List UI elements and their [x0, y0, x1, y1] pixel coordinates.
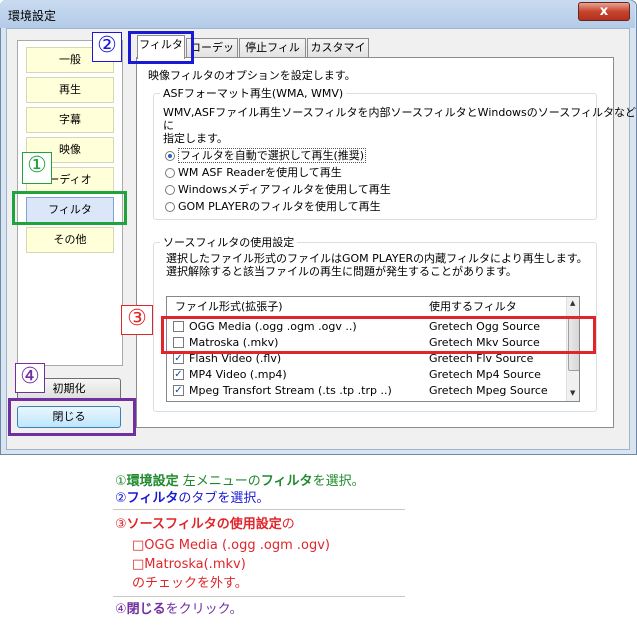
radio-indicator[interactable] — [165, 151, 175, 161]
row-checkbox[interactable]: ✓ — [173, 385, 184, 396]
list-item[interactable]: ✓ MP4 Video (.mp4) Gretech Mp4 Source — [167, 367, 579, 383]
menu-item-playback[interactable]: 再生 — [26, 77, 114, 103]
note-line-1: ①環境設定 左メニューのフィルタを選択。 — [115, 474, 365, 490]
asf-description-line2: 指定します。 — [163, 132, 228, 145]
note-line-5: □Matroska(.mkv) — [132, 557, 246, 572]
annotation-box-1 — [12, 191, 127, 225]
note-1-title: 環境設定 — [126, 474, 179, 489]
window-close-button[interactable]: x — [578, 2, 630, 21]
row-filter: Gretech Mp4 Source — [429, 368, 541, 381]
note-1-filter: フィルタ — [260, 474, 313, 489]
note-3-title: ソースフィルタの使用設定 — [126, 517, 282, 532]
scroll-up-icon[interactable]: ▲ — [570, 299, 575, 307]
note-2-filter: フィルタ — [126, 491, 179, 506]
source-filter-legend: ソースフィルタの使用設定 — [163, 236, 295, 249]
radio-auto-label: フィルタを自動で選択して再生(推奨) — [178, 148, 367, 163]
tab-stop-filter[interactable]: 停止フィルタ — [239, 38, 306, 72]
note-divider — [113, 509, 405, 510]
row-filter: Gretech Mpeg Source — [429, 384, 548, 397]
page-description: 映像フィルタのオプションを設定します。 — [148, 69, 356, 82]
asf-description: WMV,ASFファイル再生ソースフィルタを内部ソースフィルタとWindowsのソ… — [163, 106, 637, 145]
note-2-text: のタブを選択。 — [178, 491, 270, 506]
list-header: ファイル形式(拡張子) 使用するフィルタ — [167, 297, 579, 317]
column-header-filter[interactable]: 使用するフィルタ — [429, 297, 517, 317]
tab-customize[interactable]: カスタマイズ — [307, 38, 369, 72]
note-2-number: ② — [115, 491, 127, 506]
note-line-6: のチェックを外す。 — [132, 576, 248, 591]
radio-auto[interactable]: フィルタを自動で選択して再生(推奨) — [165, 148, 391, 163]
annotation-box-3 — [161, 316, 596, 354]
title-bar[interactable] — [0, 0, 635, 28]
note-1-suffix: を選択。 — [312, 474, 365, 489]
note-7-close: 閉じる — [126, 602, 166, 617]
radio-windows-media[interactable]: Windowsメディアフィルタを使用して再生 — [165, 182, 391, 197]
radio-indicator[interactable] — [165, 202, 175, 212]
asf-description-line1: WMV,ASFファイル再生ソースフィルタを内部ソースフィルタとWindowsのソ… — [163, 106, 637, 132]
source-filter-description-line2: 選択解除すると該当ファイルの再生に問題が発生することがあります。 — [166, 265, 517, 278]
annotation-number-3: ③ — [121, 305, 153, 335]
radio-gom[interactable]: GOM PLAYERのフィルタを使用して再生 — [165, 199, 391, 214]
row-checkbox[interactable]: ✓ — [173, 353, 184, 364]
row-format: Mpeg Transfort Stream (.ts .tp .trp ..) — [189, 384, 392, 397]
asf-radio-group: フィルタを自動で選択して再生(推奨) WM ASF Readerを使用して再生 … — [165, 148, 391, 214]
radio-windows-media-label: Windowsメディアフィルタを使用して再生 — [178, 183, 391, 196]
radio-gom-label: GOM PLAYERのフィルタを使用して再生 — [178, 200, 381, 213]
asf-group-legend: ASFフォーマット再生(WMA, WMV) — [163, 87, 344, 100]
note-1-text: 左メニューの — [178, 474, 261, 489]
tab-filter[interactable]: フィルタ — [137, 35, 185, 59]
menu-item-other[interactable]: その他 — [26, 227, 114, 253]
window-title: 環境設定 — [8, 9, 57, 23]
radio-wm-asf-label: WM ASF Readerを使用して再生 — [178, 166, 342, 179]
annotation-number-2: ② — [92, 32, 122, 62]
note-3-text: の — [281, 517, 295, 532]
radio-wm-asf[interactable]: WM ASF Readerを使用して再生 — [165, 165, 391, 180]
annotation-box-4 — [8, 398, 136, 436]
row-format: MP4 Video (.mp4) — [189, 368, 287, 381]
note-7-text: をクリック。 — [165, 602, 243, 617]
note-line-7: ④閉じるをクリック。 — [115, 602, 243, 618]
row-checkbox[interactable]: ✓ — [173, 369, 184, 380]
column-header-format[interactable]: ファイル形式(拡張子) — [175, 297, 283, 317]
radio-indicator[interactable] — [165, 168, 175, 178]
note-line-3: ③ソースフィルタの使用設定の — [115, 517, 295, 533]
scroll-down-icon[interactable]: ▼ — [570, 389, 575, 397]
menu-item-subtitles[interactable]: 字幕 — [26, 107, 114, 133]
annotation-number-4: ④ — [15, 363, 45, 393]
note-divider — [113, 596, 405, 597]
note-line-4: □OGG Media (.ogg .ogm .ogv) — [132, 538, 331, 553]
note-line-2: ②フィルタのタブを選択。 — [115, 491, 269, 507]
radio-indicator[interactable] — [165, 185, 175, 195]
note-1-number: ① — [115, 474, 127, 489]
annotation-number-1: ① — [22, 152, 52, 184]
note-7-number: ④ — [115, 602, 127, 617]
source-filter-description-line1: 選択したファイル形式のファイルはGOM PLAYERの内蔵フィルタにより再生しま… — [166, 252, 588, 265]
note-3-number: ③ — [115, 517, 127, 532]
list-item[interactable]: ✓ Mpeg Transfort Stream (.ts .tp .trp ..)… — [167, 383, 579, 399]
source-filter-description: 選択したファイル形式のファイルはGOM PLAYERの内蔵フィルタにより再生しま… — [166, 252, 588, 278]
